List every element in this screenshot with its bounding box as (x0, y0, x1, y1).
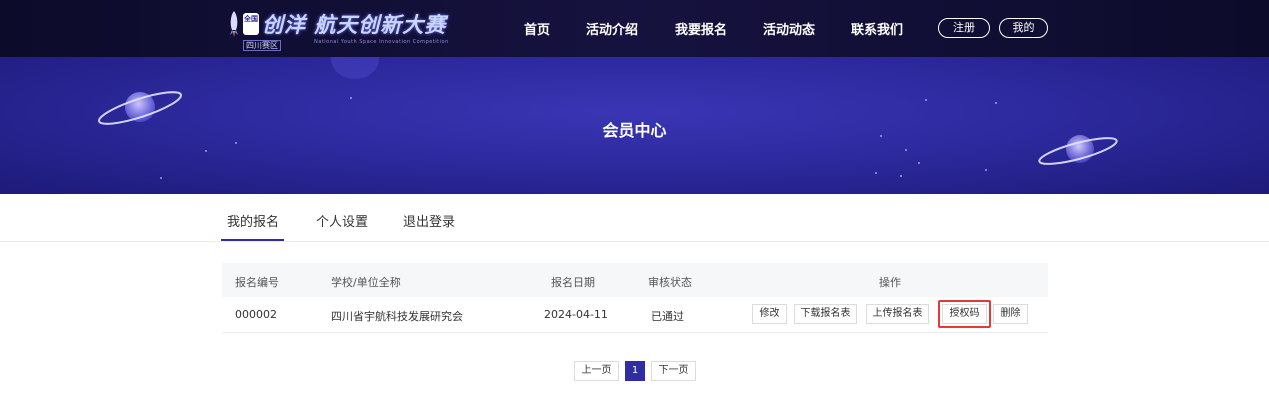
nav-item-contact[interactable]: 联系我们 (851, 19, 903, 38)
auth-code-highlight-box (938, 300, 991, 328)
edit-button[interactable]: 修改 (752, 304, 787, 324)
moon-glow-icon (331, 57, 379, 79)
tab-logout[interactable]: 退出登录 (403, 211, 455, 230)
column-header-status: 审核状态 (648, 276, 692, 289)
nav-item-about[interactable]: 活动介绍 (586, 19, 638, 38)
delete-button[interactable]: 删除 (993, 304, 1028, 324)
rocket-icon (230, 11, 238, 37)
column-header-actions: 操作 (879, 276, 901, 289)
banner-title: 会员中心 (602, 121, 667, 140)
logo-region: 四川赛区 (243, 40, 281, 51)
page-banner: 会员中心 (0, 57, 1269, 194)
cell-date: 2024-04-11 (544, 308, 608, 321)
nav-item-home[interactable]: 首页 (524, 19, 550, 38)
nav-item-news[interactable]: 活动动态 (763, 19, 815, 38)
nav-item-signup[interactable]: 我要报名 (675, 19, 727, 38)
top-nav-bar: 全国 创洋 航天创新大赛 四川赛区 National Youth Space I… (0, 0, 1269, 57)
table-row-divider (222, 332, 1048, 333)
next-page-button[interactable]: 下一页 (651, 361, 696, 381)
prev-page-button[interactable]: 上一页 (574, 361, 619, 381)
tabs-divider (0, 241, 1269, 242)
page-number-current[interactable]: 1 (625, 361, 645, 381)
upload-form-button[interactable]: 上传报名表 (866, 304, 929, 324)
column-header-id: 报名编号 (235, 276, 279, 289)
logo-badge: 全国 (243, 13, 259, 35)
register-button[interactable]: 注册 (938, 18, 990, 38)
cell-id: 000002 (235, 308, 277, 321)
my-account-button[interactable]: 我的 (999, 18, 1048, 38)
download-form-button[interactable]: 下载报名表 (794, 304, 857, 324)
column-header-school: 学校/单位全称 (331, 276, 401, 289)
tab-my-registration[interactable]: 我的报名 (227, 211, 279, 230)
tab-personal-settings[interactable]: 个人设置 (316, 211, 368, 230)
column-header-date: 报名日期 (551, 276, 595, 289)
cell-status: 已通过 (651, 310, 684, 323)
logo-subtitle-en: National Youth Space Innovation Competit… (314, 39, 449, 45)
logo-title: 创洋 航天创新大赛 (262, 13, 447, 37)
cell-school: 四川省宇航科技发展研究会 (331, 310, 463, 323)
